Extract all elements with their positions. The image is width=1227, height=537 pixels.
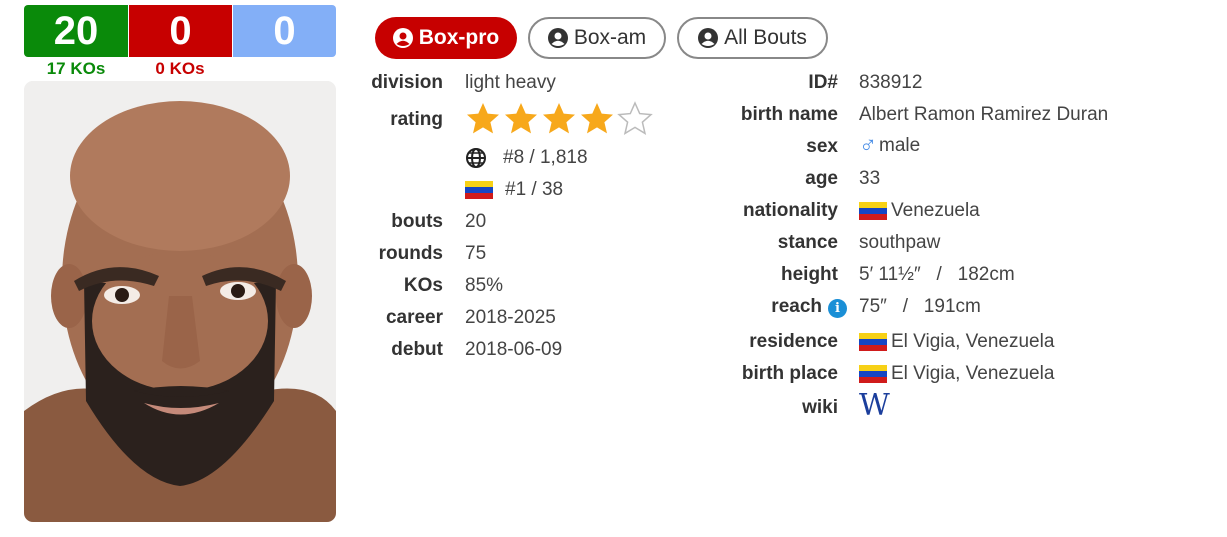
venezuela-flag-icon [859,202,887,220]
debut-value: 2018-06-09 [465,339,563,360]
user-circle-icon [698,28,719,48]
sex-text: male [879,135,921,156]
height-value: 5′ 11½″ / 182cm [859,264,1015,285]
kos-value: 85% [465,275,504,296]
wins-count: 20 [24,5,128,57]
user-circle-icon [392,28,413,48]
height-label: height [781,264,838,285]
star-filled-icon [581,103,613,134]
id-label: ID# [808,72,838,93]
reach-label-text: reach [771,296,822,317]
career-label: career [385,307,443,328]
division-value: light heavy [465,72,556,93]
venezuela-flag-icon [859,365,887,383]
birth-name-value: Albert Ramon Ramirez Duran [859,104,1109,125]
birth-place-label: birth place [741,363,838,384]
id-value: 838912 [859,72,923,93]
rounds-label: rounds [378,243,443,264]
kos-label: KOs [403,275,443,296]
venezuela-flag-icon [859,333,887,351]
age-label: age [805,168,838,189]
rating-stars [465,101,653,137]
nationality-value[interactable]: Venezuela [859,200,980,222]
info-icon[interactable]: i [828,299,847,318]
residence-label: residence [749,331,838,352]
sex-value: ♂ male [859,134,920,158]
age-value: 33 [859,168,881,189]
wiki-label: wiki [802,397,838,418]
debut-label: debut [391,339,443,360]
nationality-text: Venezuela [891,200,980,221]
male-symbol-icon: ♂ [859,132,877,159]
birth-place-value[interactable]: El Vigia, Venezuela [859,363,1054,385]
residence-text: El Vigia, Venezuela [891,331,1055,352]
reach-value: 75″ / 191cm [859,296,981,317]
birth-place-text: El Vigia, Venezuela [891,363,1055,384]
tab-all-bouts[interactable]: All Bouts [677,17,828,59]
globe-icon [466,148,486,168]
loss-kos: 0 KOs [155,59,205,78]
country-rank-value: #1 / 38 [505,179,564,200]
star-filled-icon [467,103,499,134]
tab-box-pro[interactable]: Box-pro [375,17,517,59]
reach-label: reach i [771,296,847,318]
star-empty-icon [617,101,653,135]
boxer-portrait-illustration [24,81,336,522]
division-label: division [371,72,443,93]
tab-label: Box-am [573,26,647,49]
nationality-label: nationality [742,200,838,221]
star-filled-icon [505,103,537,134]
sex-label: sex [806,136,838,157]
tab-label: All Bouts [724,26,807,49]
user-circle-icon [547,28,568,48]
draws-count: 0 [232,5,336,57]
world-rank-value: #8 / 1,818 [503,147,588,168]
losses-count: 0 [128,5,232,57]
bouts-value: 20 [465,211,487,232]
rounds-value: 75 [465,243,487,264]
career-value: 2018-2025 [465,307,556,328]
venezuela-flag-icon [465,181,493,199]
world-rank: #8 / 1,818 [465,147,588,169]
rating-label: rating [390,109,443,130]
wikipedia-icon[interactable]: W [859,388,890,423]
country-rank: #1 / 38 [465,179,563,201]
bouts-label: bouts [391,211,443,232]
boxer-photo [24,81,336,522]
tab-box-am[interactable]: Box-am [528,17,666,59]
stance-value: southpaw [859,232,941,253]
residence-value[interactable]: El Vigia, Venezuela [859,331,1054,353]
win-kos: 17 KOs [46,59,106,78]
star-filled-icon [543,103,575,134]
stance-label: stance [777,232,838,253]
birth-name-label: birth name [740,104,838,125]
tab-label: Box-pro [418,26,500,49]
record-box: 20 0 0 [24,5,336,57]
